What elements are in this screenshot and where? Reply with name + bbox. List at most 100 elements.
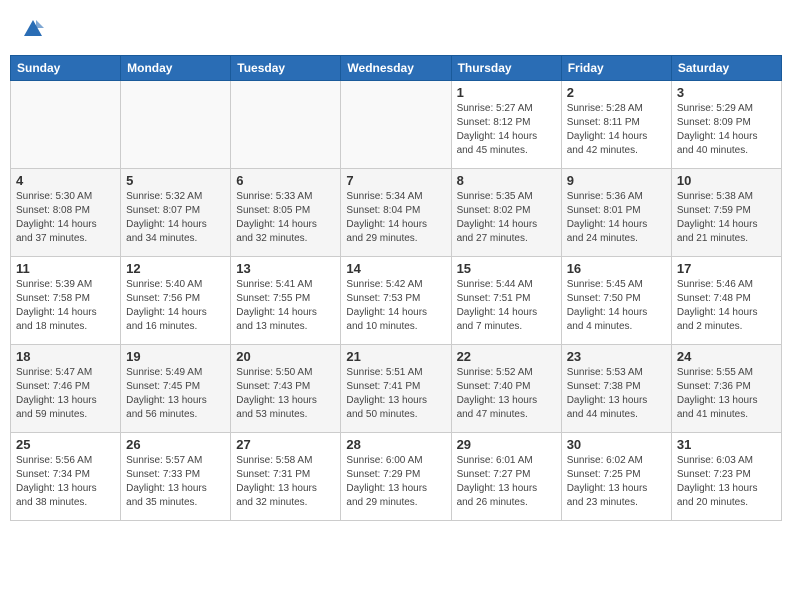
day-number: 3 xyxy=(677,85,776,100)
day-info: Sunrise: 5:32 AM Sunset: 8:07 PM Dayligh… xyxy=(126,190,225,246)
calendar-cell: 20 Sunrise: 5:50 AM Sunset: 7:43 PM Dayli… xyxy=(231,345,341,433)
day-info: Sunrise: 5:57 AM Sunset: 7:33 PM Dayligh… xyxy=(126,454,225,510)
day-info: Sunrise: 6:02 AM Sunset: 7:25 PM Dayligh… xyxy=(567,454,666,510)
day-number: 24 xyxy=(677,349,776,364)
day-info: Sunrise: 5:55 AM Sunset: 7:36 PM Dayligh… xyxy=(677,366,776,422)
day-number: 5 xyxy=(126,173,225,188)
day-number: 7 xyxy=(346,173,445,188)
day-number: 28 xyxy=(346,437,445,452)
day-number: 30 xyxy=(567,437,666,452)
day-info: Sunrise: 5:29 AM Sunset: 8:09 PM Dayligh… xyxy=(677,102,776,158)
day-number: 8 xyxy=(457,173,556,188)
day-info: Sunrise: 5:52 AM Sunset: 7:40 PM Dayligh… xyxy=(457,366,556,422)
day-info: Sunrise: 5:53 AM Sunset: 7:38 PM Dayligh… xyxy=(567,366,666,422)
day-number: 2 xyxy=(567,85,666,100)
calendar-cell: 1 Sunrise: 5:27 AM Sunset: 8:12 PM Daylig… xyxy=(451,81,561,169)
calendar-week-row: 18 Sunrise: 5:47 AM Sunset: 7:46 PM Dayli… xyxy=(11,345,782,433)
calendar-cell: 17 Sunrise: 5:46 AM Sunset: 7:48 PM Dayli… xyxy=(671,257,781,345)
day-number: 25 xyxy=(16,437,115,452)
day-number: 27 xyxy=(236,437,335,452)
day-info: Sunrise: 6:00 AM Sunset: 7:29 PM Dayligh… xyxy=(346,454,445,510)
calendar-week-row: 25 Sunrise: 5:56 AM Sunset: 7:34 PM Dayli… xyxy=(11,433,782,521)
calendar-week-row: 11 Sunrise: 5:39 AM Sunset: 7:58 PM Dayli… xyxy=(11,257,782,345)
calendar-cell xyxy=(341,81,451,169)
day-info: Sunrise: 5:34 AM Sunset: 8:04 PM Dayligh… xyxy=(346,190,445,246)
day-info: Sunrise: 5:39 AM Sunset: 7:58 PM Dayligh… xyxy=(16,278,115,334)
day-info: Sunrise: 5:41 AM Sunset: 7:55 PM Dayligh… xyxy=(236,278,335,334)
day-info: Sunrise: 5:42 AM Sunset: 7:53 PM Dayligh… xyxy=(346,278,445,334)
day-info: Sunrise: 5:56 AM Sunset: 7:34 PM Dayligh… xyxy=(16,454,115,510)
calendar-cell: 27Sunrise: 5:58 AM Sunset: 7:31 PM Dayli… xyxy=(231,433,341,521)
weekday-header: Monday xyxy=(121,56,231,81)
day-info: Sunrise: 5:33 AM Sunset: 8:05 PM Dayligh… xyxy=(236,190,335,246)
day-number: 22 xyxy=(457,349,556,364)
day-number: 6 xyxy=(236,173,335,188)
day-number: 9 xyxy=(567,173,666,188)
day-info: Sunrise: 5:28 AM Sunset: 8:11 PM Dayligh… xyxy=(567,102,666,158)
day-number: 23 xyxy=(567,349,666,364)
calendar-cell: 29 Sunrise: 6:01 AM Sunset: 7:27 PM Dayli… xyxy=(451,433,561,521)
day-info: Sunrise: 5:50 AM Sunset: 7:43 PM Dayligh… xyxy=(236,366,335,422)
calendar-cell: 13 Sunrise: 5:41 AM Sunset: 7:55 PM Dayli… xyxy=(231,257,341,345)
calendar-cell: 2 Sunrise: 5:28 AM Sunset: 8:11 PM Daylig… xyxy=(561,81,671,169)
day-info: Sunrise: 5:47 AM Sunset: 7:46 PM Dayligh… xyxy=(16,366,115,422)
day-number: 1 xyxy=(457,85,556,100)
weekday-header: Sunday xyxy=(11,56,121,81)
calendar-cell xyxy=(11,81,121,169)
page-header xyxy=(10,10,782,49)
calendar-cell: 28 Sunrise: 6:00 AM Sunset: 7:29 PM Dayli… xyxy=(341,433,451,521)
calendar-cell: 18 Sunrise: 5:47 AM Sunset: 7:46 PM Dayli… xyxy=(11,345,121,433)
day-number: 17 xyxy=(677,261,776,276)
calendar-cell xyxy=(121,81,231,169)
day-number: 29 xyxy=(457,437,556,452)
day-info: Sunrise: 5:49 AM Sunset: 7:45 PM Dayligh… xyxy=(126,366,225,422)
calendar-cell: 14 Sunrise: 5:42 AM Sunset: 7:53 PM Dayli… xyxy=(341,257,451,345)
calendar-cell: 23 Sunrise: 5:53 AM Sunset: 7:38 PM Dayli… xyxy=(561,345,671,433)
calendar-cell xyxy=(231,81,341,169)
calendar-cell: 26 Sunrise: 5:57 AM Sunset: 7:33 PM Dayli… xyxy=(121,433,231,521)
weekday-header: Saturday xyxy=(671,56,781,81)
calendar-cell: 30 Sunrise: 6:02 AM Sunset: 7:25 PM Dayli… xyxy=(561,433,671,521)
calendar-cell: 3 Sunrise: 5:29 AM Sunset: 8:09 PM Daylig… xyxy=(671,81,781,169)
day-info: Sunrise: 5:30 AM Sunset: 8:08 PM Dayligh… xyxy=(16,190,115,246)
weekday-header: Thursday xyxy=(451,56,561,81)
day-info: Sunrise: 5:44 AM Sunset: 7:51 PM Dayligh… xyxy=(457,278,556,334)
day-number: 20 xyxy=(236,349,335,364)
logo xyxy=(20,18,44,45)
calendar-cell: 21 Sunrise: 5:51 AM Sunset: 7:41 PM Dayli… xyxy=(341,345,451,433)
calendar-week-row: 1 Sunrise: 5:27 AM Sunset: 8:12 PM Daylig… xyxy=(11,81,782,169)
day-number: 31 xyxy=(677,437,776,452)
calendar-cell: 12 Sunrise: 5:40 AM Sunset: 7:56 PM Dayli… xyxy=(121,257,231,345)
calendar-cell: 22 Sunrise: 5:52 AM Sunset: 7:40 PM Dayli… xyxy=(451,345,561,433)
day-number: 13 xyxy=(236,261,335,276)
day-info: Sunrise: 6:01 AM Sunset: 7:27 PM Dayligh… xyxy=(457,454,556,510)
weekday-header: Wednesday xyxy=(341,56,451,81)
day-number: 15 xyxy=(457,261,556,276)
day-info: Sunrise: 5:36 AM Sunset: 8:01 PM Dayligh… xyxy=(567,190,666,246)
calendar-cell: 4Sunrise: 5:30 AM Sunset: 8:08 PM Daylig… xyxy=(11,169,121,257)
day-number: 21 xyxy=(346,349,445,364)
day-info: Sunrise: 5:40 AM Sunset: 7:56 PM Dayligh… xyxy=(126,278,225,334)
day-info: Sunrise: 5:27 AM Sunset: 8:12 PM Dayligh… xyxy=(457,102,556,158)
day-number: 11 xyxy=(16,261,115,276)
day-number: 26 xyxy=(126,437,225,452)
logo-icon xyxy=(22,18,44,40)
day-number: 18 xyxy=(16,349,115,364)
day-info: Sunrise: 6:03 AM Sunset: 7:23 PM Dayligh… xyxy=(677,454,776,510)
day-number: 14 xyxy=(346,261,445,276)
calendar-cell: 10Sunrise: 5:38 AM Sunset: 7:59 PM Dayli… xyxy=(671,169,781,257)
day-info: Sunrise: 5:46 AM Sunset: 7:48 PM Dayligh… xyxy=(677,278,776,334)
calendar-cell: 5 Sunrise: 5:32 AM Sunset: 8:07 PM Daylig… xyxy=(121,169,231,257)
calendar-cell: 31 Sunrise: 6:03 AM Sunset: 7:23 PM Dayli… xyxy=(671,433,781,521)
day-info: Sunrise: 5:35 AM Sunset: 8:02 PM Dayligh… xyxy=(457,190,556,246)
day-info: Sunrise: 5:45 AM Sunset: 7:50 PM Dayligh… xyxy=(567,278,666,334)
calendar-table: SundayMondayTuesdayWednesdayThursdayFrid… xyxy=(10,55,782,521)
calendar-cell: 16Sunrise: 5:45 AM Sunset: 7:50 PM Dayli… xyxy=(561,257,671,345)
calendar-cell: 7 Sunrise: 5:34 AM Sunset: 8:04 PM Daylig… xyxy=(341,169,451,257)
calendar-header-row: SundayMondayTuesdayWednesdayThursdayFrid… xyxy=(11,56,782,81)
calendar-cell: 25 Sunrise: 5:56 AM Sunset: 7:34 PM Dayli… xyxy=(11,433,121,521)
day-number: 10 xyxy=(677,173,776,188)
calendar-cell: 15 Sunrise: 5:44 AM Sunset: 7:51 PM Dayli… xyxy=(451,257,561,345)
day-number: 12 xyxy=(126,261,225,276)
day-info: Sunrise: 5:51 AM Sunset: 7:41 PM Dayligh… xyxy=(346,366,445,422)
